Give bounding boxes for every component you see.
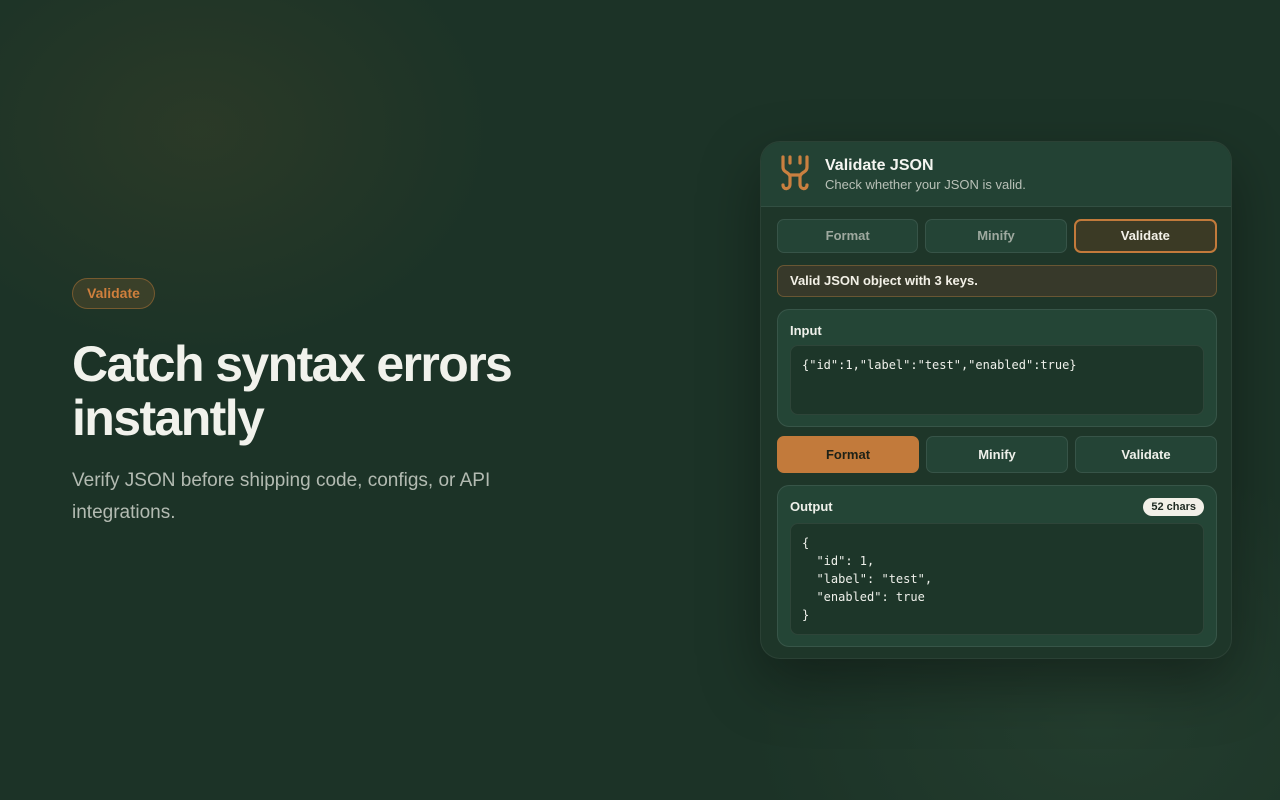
hero-title: Catch syntax errors instantly xyxy=(72,336,513,446)
card-heading: Validate JSON Check whether your JSON is… xyxy=(825,157,1026,192)
action-buttons: Format Minify Validate xyxy=(777,436,1217,473)
minify-button[interactable]: Minify xyxy=(926,436,1068,473)
card-header: Validate JSON Check whether your JSON is… xyxy=(761,142,1231,207)
validator-card: Validate JSON Check whether your JSON is… xyxy=(760,141,1232,659)
brand-logo-icon xyxy=(781,155,809,191)
char-count-badge: 52 chars xyxy=(1143,498,1204,516)
output-label: Output xyxy=(790,499,833,514)
tab-format[interactable]: Format xyxy=(777,219,919,253)
output-panel: Output 52 chars { "id": 1, "label": "tes… xyxy=(777,485,1217,647)
input-label: Input xyxy=(790,323,822,338)
hero-subtitle: Verify JSON before shipping code, config… xyxy=(72,470,491,523)
validate-button[interactable]: Validate xyxy=(1075,436,1217,473)
json-output[interactable]: { "id": 1, "label": "test", "enabled": t… xyxy=(790,523,1204,635)
card-title: Validate JSON xyxy=(825,156,934,174)
validation-status: Valid JSON object with 3 keys. xyxy=(777,265,1217,297)
tab-minify[interactable]: Minify xyxy=(925,219,1067,253)
input-panel: Input {"id":1,"label":"test","enabled":t… xyxy=(777,309,1217,427)
tab-validate[interactable]: Validate xyxy=(1073,219,1217,253)
format-button[interactable]: Format xyxy=(777,436,919,473)
json-input[interactable]: {"id":1,"label":"test","enabled":true} xyxy=(790,345,1204,415)
mode-tabs: Format Minify Validate xyxy=(777,219,1217,253)
feature-badge: Validate xyxy=(72,278,155,309)
hero-section: Validate Catch syntax errors instantly V… xyxy=(72,278,592,529)
card-subtitle: Check whether your JSON is valid. xyxy=(825,176,1026,192)
